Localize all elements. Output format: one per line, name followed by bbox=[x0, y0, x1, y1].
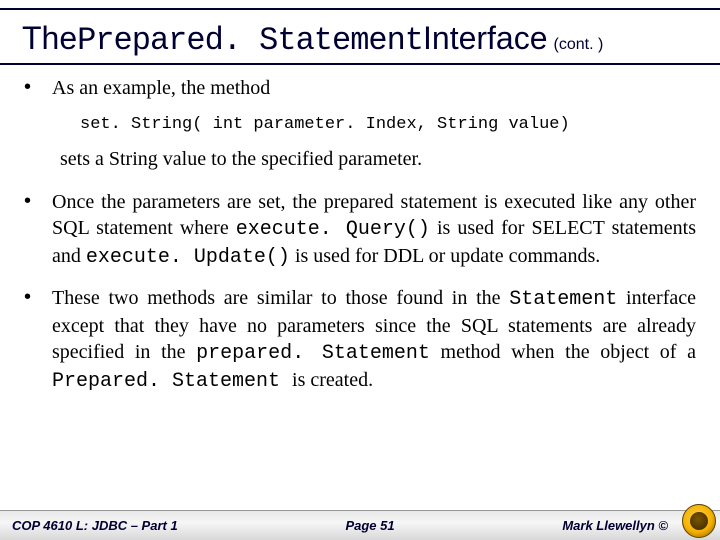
code-line: set. String( int parameter. Index, Strin… bbox=[80, 115, 696, 134]
slide: The Prepared. Statement Interface (cont.… bbox=[0, 0, 720, 540]
bullet-2-text: Once the parameters are set, the prepare… bbox=[52, 189, 696, 271]
bullet-3-text: These two methods are similar to those f… bbox=[52, 285, 696, 395]
b3-part4: is created. bbox=[292, 369, 373, 391]
content-area: • As an example, the method set. String(… bbox=[0, 75, 720, 510]
footer: COP 4610 L: JDBC – Part 1 Page 51 Mark L… bbox=[0, 510, 720, 540]
title-underline bbox=[0, 63, 720, 65]
title-suffix: Interface bbox=[423, 20, 548, 57]
bullet-dot: • bbox=[24, 285, 52, 395]
slide-title: The Prepared. Statement Interface (cont.… bbox=[0, 10, 720, 61]
footer-course: COP 4610 L: JDBC – Part 1 bbox=[12, 518, 178, 533]
b2-mono1: execute. Query() bbox=[236, 218, 430, 241]
title-prefix: The bbox=[22, 20, 77, 57]
after-code-text: sets a String value to the specified par… bbox=[60, 148, 696, 171]
b3-part3: method when the object of a bbox=[430, 341, 696, 363]
bullet-1-text: As an example, the method bbox=[52, 75, 696, 101]
footer-author: Mark Llewellyn © bbox=[562, 518, 668, 533]
b3-mono1: Statement bbox=[509, 288, 617, 311]
b3-part1: These two methods are similar to those f… bbox=[52, 287, 509, 309]
bullet-dot: • bbox=[24, 189, 52, 271]
ucf-logo-icon bbox=[682, 504, 716, 538]
b2-part3: is used for DDL or update commands. bbox=[290, 245, 600, 267]
bullet-3: • These two methods are similar to those… bbox=[24, 285, 696, 395]
b3-mono3: Prepared. Statement bbox=[52, 370, 292, 393]
footer-page: Page 51 bbox=[345, 518, 394, 533]
bullet-1: • As an example, the method bbox=[24, 75, 696, 101]
bullet-2: • Once the parameters are set, the prepa… bbox=[24, 189, 696, 271]
title-cont: (cont. ) bbox=[554, 36, 604, 54]
title-mono: Prepared. Statement bbox=[77, 22, 423, 59]
b2-mono2: execute. Update() bbox=[86, 246, 290, 269]
bullet-dot: • bbox=[24, 75, 52, 101]
b3-mono2: prepared. Statement bbox=[196, 342, 430, 365]
